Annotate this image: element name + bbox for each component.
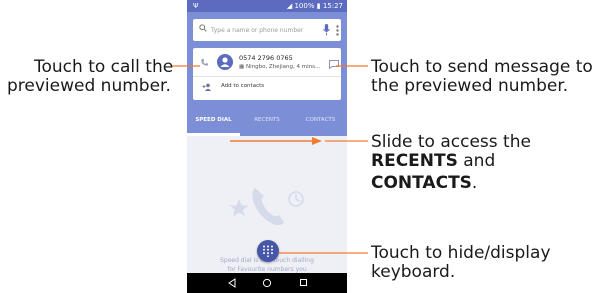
keyboard-annotation-line1: Touch to hide/display [371,243,551,263]
call-annotation-line2: previewed number. [7,76,171,96]
message-annotation-line2: the previewed number. [371,76,569,96]
keyboard-annotation-line2: keyboard. [371,262,456,282]
slide-annotation-line2: RECENTS and [371,151,496,171]
slide-arrow-head [312,137,322,145]
message-annotation-line1: Touch to send message to [371,57,593,77]
slide-annotation-line1: Slide to access the [371,132,531,152]
call-annotation-line1: Touch to call the [34,57,174,77]
contacts-emphasis: CONTACTS [371,173,472,193]
recents-emphasis: RECENTS [371,151,458,171]
slide-annotation-line3: CONTACTS. [371,173,478,193]
